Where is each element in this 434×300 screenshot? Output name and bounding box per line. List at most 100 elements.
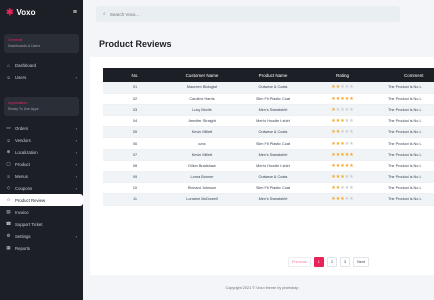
footer-copyright: Copyright 2021 © Voxo theme by pixelstra… [225,286,299,290]
invoice-icon: ▤ [6,209,11,214]
sidebar-item-menus[interactable]: ≡ Menus › [0,170,83,182]
pagination-previous[interactable]: Previous [288,257,311,267]
cell-no: 08 [103,160,167,173]
menus-icon: ≡ [7,173,10,179]
cell-comment: The Product is No L [376,160,434,173]
cell-comment: The Product is No L [376,82,434,94]
cell-customer: czxc [167,137,237,150]
sidebar-item-coupons[interactable]: ◇ Coupons › [0,182,83,194]
chevron-right-icon: › [75,125,77,131]
cell-product: Men's Sweatshirt [237,104,309,117]
sidebar-item-reports[interactable]: ▦ Reports [0,242,83,254]
sidebar-item-label: Menus [15,173,28,179]
cell-product: Slim Fit Plastic Coat [237,182,309,195]
cell-comment: The Product is No L [376,193,434,206]
table-row[interactable]: 03 Lucy Morile Men's Sweatshirt ★★★★★ The Pr… [103,104,434,117]
star-icon: ★ [349,174,354,181]
cell-customer: Kevin Millett [167,126,237,139]
cell-comment: The Product is No L [376,104,434,117]
chevron-right-icon: › [75,233,77,239]
cell-no: 11 [103,193,167,206]
chevron-right-icon: › [75,137,77,143]
column-header-customer[interactable]: Customer Name [167,68,237,82]
sidebar-item-label: Localization [15,149,38,155]
localization-icon: ⊕ [6,149,11,154]
sidebar-item-vendors[interactable]: ☺ Vendors › [0,134,83,146]
star-icon: ★ [349,196,354,203]
cell-customer: Caroline Harris [167,93,237,105]
cell-product: Outwear & Coats [237,126,309,139]
rating-stars: ★★★★★ [309,104,376,117]
cell-product: Men's Hoodie t-shirt [237,115,309,128]
cell-no: 03 [103,104,167,117]
cell-no: 01 [103,82,167,94]
sidebar-item-dashboard[interactable]: ⌂ Dashboard [0,59,83,71]
table-row[interactable]: 06 czxc Slim Fit Plastic Coat ★★★★★ The Prod… [103,137,434,150]
sidebar-item-users[interactable]: ☺ Users › [0,71,83,83]
sidebar-item-orders[interactable]: ▭ Orders › [0,122,83,134]
search-bar[interactable]: ⌕ [96,6,400,22]
search-icon: ⌕ [103,11,106,17]
cell-no: 06 [103,137,167,150]
pagination-page-1[interactable]: 1 [313,257,324,267]
column-header-no[interactable]: No. [103,68,167,82]
table-row[interactable]: 01 Maureen Biologist Outwear & Coats ★★★★★ T… [103,82,434,94]
cell-product: Outwear & Coats [237,171,309,184]
chevron-right-icon: › [75,149,77,155]
pagination: Previous 1 2 3 Next [288,257,369,267]
table-row[interactable]: 09 Lorna Bonner Outwear & Coats ★★★★★ The Pr… [103,171,434,184]
cell-customer: Lorna Bonner [167,171,237,184]
rating-stars: ★★★★★ [309,193,376,206]
table-row[interactable]: 08 Dillon Bradshaw Men's Hoodie t-shirt ★★★… [103,160,434,173]
cell-customer: Richard Johnson [167,182,237,195]
table-row[interactable]: 02 Caroline Harris Slim Fit Plastic Coat ★★… [103,93,434,105]
cell-product: Slim Fit Plastic Coat [237,137,309,150]
rating-stars: ★★★★★ [309,149,376,161]
column-header-comment[interactable]: Comment [376,68,434,82]
table-row[interactable]: 05 Kevin Millett Outwear & Coats ★★★★★ The P… [103,126,434,139]
table-row[interactable]: 07 Kevin Millett Men's Sweatshirt ★★★★★ The … [103,149,434,161]
column-header-product[interactable]: Product Name [237,68,309,82]
table-row[interactable]: 04 Jennifer Straight Men's Hoodie t-shirt ★… [103,115,434,128]
table-row[interactable]: 11 Lorraine McDowell Men's Sweatshirt ★★★★★… [103,193,434,206]
rating-stars: ★★★★★ [309,160,376,173]
table-row[interactable]: 10 Richard Johnson Slim Fit Plastic Coat ★★… [103,182,434,195]
settings-icon: ⚙ [6,233,11,238]
hamburger-menu-icon[interactable]: ≡ [73,9,77,16]
pagination-page-3[interactable]: 3 [340,257,351,267]
sidebar-item-localization[interactable]: ⊕ Localization › [0,146,83,158]
product-icon: ▢ [6,161,11,166]
chevron-right-icon: › [75,173,77,179]
sidebar-item-product[interactable]: ▢ Product › [0,158,83,170]
cell-no: 04 [103,115,167,128]
rating-stars: ★★★★★ [309,93,376,105]
cell-customer: Jennifer Straight [167,115,237,128]
sidebar-item-label: Orders [15,125,29,131]
sidebar-item-product-review[interactable]: ☆ Product Review [0,194,83,206]
users-icon: ☺ [6,74,11,80]
star-icon: ★ [349,129,354,136]
sidebar-group-subtitle: Dashboards & Users [8,44,41,48]
brand: ✱ Voxo ≡ [0,0,83,24]
column-header-rating[interactable]: Rating [309,68,376,82]
pagination-next[interactable]: Next [353,257,369,267]
sidebar-item-support-ticket[interactable]: ☎ Support Ticket [0,218,83,230]
chevron-right-icon: › [75,74,77,80]
star-icon: ★ [349,140,354,147]
star-icon: ★ [349,185,354,192]
star-icon: ★ [349,162,354,169]
cell-product: Men's Sweatshirt [237,193,309,206]
cell-customer: Lucy Morile [167,104,237,117]
cell-product: Outwear & Coats [237,82,309,94]
vendors-icon: ☺ [6,137,11,143]
cell-no: 10 [103,182,167,195]
sidebar-item-invoice[interactable]: ▤ Invoice [0,206,83,218]
sidebar-item-settings[interactable]: ⚙ Settings › [0,230,83,242]
table-header-row: No. Customer Name Product Name Rating Co… [103,68,434,82]
search-input[interactable] [109,11,310,17]
sidebar-item-label: Dashboard [15,62,37,68]
support-ticket-icon: ☎ [5,221,12,226]
pagination-page-2[interactable]: 2 [326,257,338,267]
cell-product: Men's Sweatshirt [237,149,309,161]
cell-comment: The Product is No L [376,115,434,128]
